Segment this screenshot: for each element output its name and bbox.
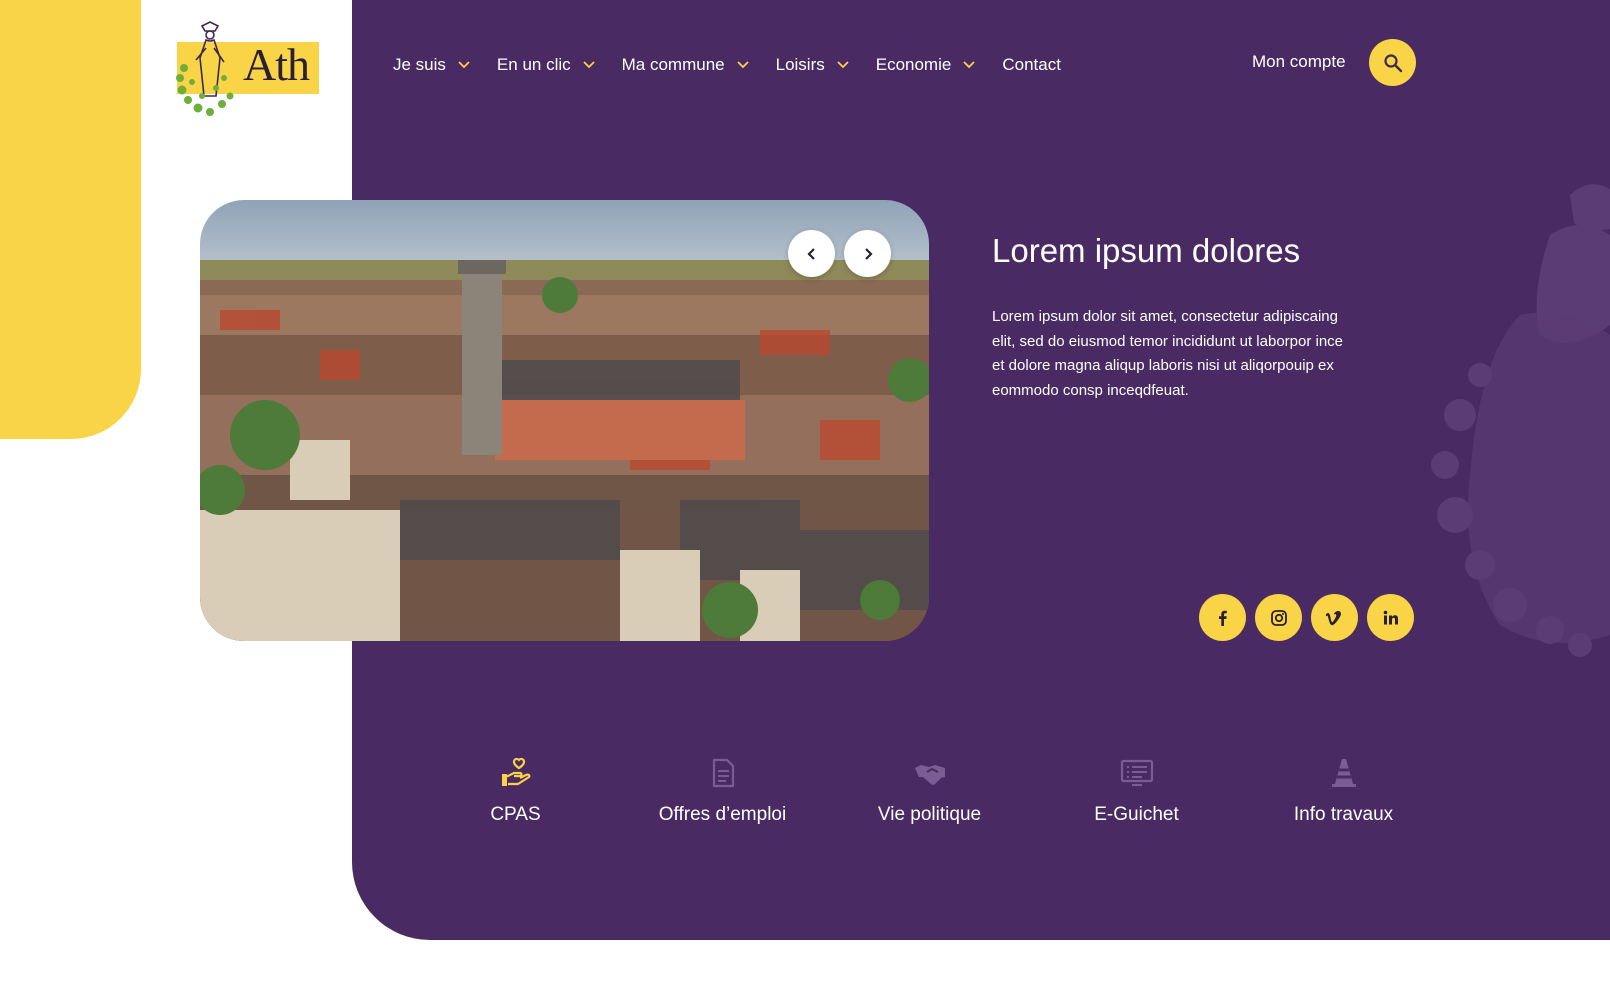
instagram-icon bbox=[1270, 609, 1287, 626]
logo-wordmark: Ath bbox=[243, 39, 310, 90]
main-nav: Je suis En un clic Ma commune Loisirs Ec… bbox=[393, 50, 1088, 80]
quick-link-label: Info travaux bbox=[1293, 804, 1394, 825]
nav-item-en-un-clic[interactable]: En un clic bbox=[497, 55, 595, 75]
quick-link-e-guichet[interactable]: E-Guichet bbox=[1033, 756, 1240, 826]
screen-list-icon bbox=[1120, 759, 1153, 787]
chevron-down-icon bbox=[582, 61, 595, 69]
instagram-button[interactable] bbox=[1255, 594, 1302, 641]
nav-item-economie[interactable]: Economie bbox=[876, 55, 976, 75]
giant-figure-watermark-icon bbox=[1431, 184, 1610, 657]
nav-item-label: En un clic bbox=[496, 55, 571, 74]
chevron-down-icon bbox=[837, 61, 849, 69]
nav-item-label: Economie bbox=[875, 55, 952, 74]
hero-title: Lorem ipsum dolores bbox=[992, 232, 1301, 269]
chevron-down-icon bbox=[963, 61, 975, 69]
quick-link-label: CPAS bbox=[490, 804, 541, 825]
decorative-yellow-panel bbox=[0, 0, 141, 439]
search-button[interactable] bbox=[1369, 39, 1416, 86]
nav-item-label: Ma commune bbox=[621, 55, 725, 74]
heart-hand-icon bbox=[501, 757, 530, 786]
quick-link-offres-emploi[interactable]: Offres d’emploi bbox=[619, 756, 826, 826]
nav-item-contact[interactable]: Contact bbox=[1002, 55, 1061, 75]
vimeo-icon bbox=[1325, 610, 1341, 625]
linkedin-icon bbox=[1383, 610, 1398, 624]
nav-item-label: Contact bbox=[1002, 55, 1061, 74]
document-icon bbox=[712, 758, 734, 788]
account-link[interactable]: Mon compte bbox=[1252, 52, 1346, 72]
handshake-icon bbox=[914, 765, 945, 785]
slider-prev-button[interactable] bbox=[788, 230, 835, 277]
chevron-left-icon bbox=[806, 247, 815, 260]
facebook-button[interactable] bbox=[1199, 594, 1246, 641]
hero-slider bbox=[200, 200, 929, 641]
chevron-down-icon bbox=[458, 61, 470, 69]
slider-next-button[interactable] bbox=[844, 230, 891, 277]
quick-link-label: E-Guichet bbox=[1094, 804, 1179, 825]
vimeo-button[interactable] bbox=[1311, 594, 1358, 641]
quick-link-label: Offres d’emploi bbox=[658, 804, 787, 825]
giant-figure-with-ivy-icon bbox=[176, 21, 234, 116]
search-icon bbox=[1383, 53, 1402, 72]
site-logo[interactable]: Ath bbox=[172, 18, 324, 118]
nav-item-loisirs[interactable]: Loisirs bbox=[776, 55, 849, 75]
quick-link-info-travaux[interactable]: Info travaux bbox=[1240, 756, 1447, 826]
social-links bbox=[1199, 594, 1423, 641]
chevron-right-icon bbox=[864, 247, 873, 260]
quick-link-label: Vie politique bbox=[877, 804, 982, 825]
hero-text: Lorem ipsum dolor sit amet, consectetur … bbox=[992, 308, 1344, 399]
linkedin-button[interactable] bbox=[1367, 594, 1414, 641]
nav-item-je-suis[interactable]: Je suis bbox=[393, 55, 470, 75]
nav-item-label: Je suis bbox=[393, 55, 446, 74]
nav-item-ma-commune[interactable]: Ma commune bbox=[622, 55, 749, 75]
nav-item-label: Loisirs bbox=[775, 55, 825, 74]
quick-link-vie-politique[interactable]: Vie politique bbox=[826, 756, 1033, 826]
traffic-cone-icon bbox=[1331, 759, 1356, 787]
quick-link-cpas[interactable]: CPAS bbox=[412, 756, 619, 826]
quick-links: CPAS Offres d’emploi Vie politique E-Gui… bbox=[412, 756, 1447, 826]
chevron-down-icon bbox=[736, 61, 749, 69]
facebook-icon bbox=[1218, 610, 1227, 626]
